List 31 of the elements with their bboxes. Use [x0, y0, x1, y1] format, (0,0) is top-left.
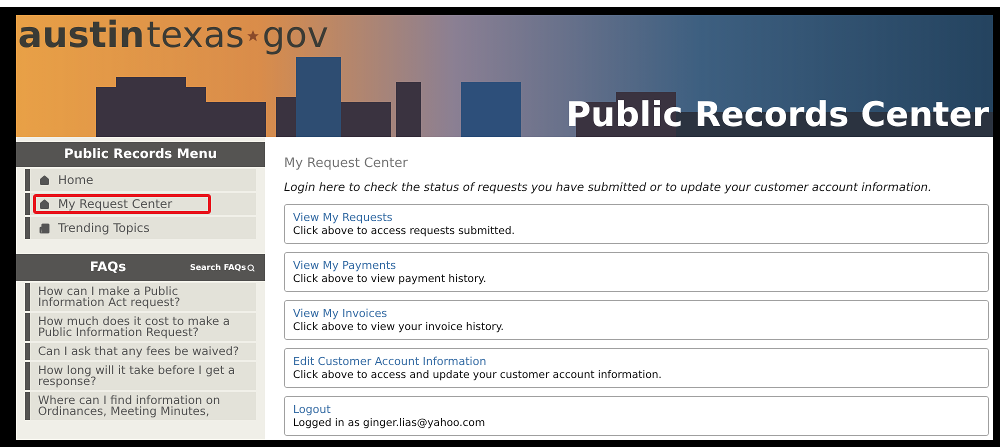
- card-link[interactable]: View My Invoices: [293, 306, 388, 321]
- card-link[interactable]: View My Requests: [293, 210, 393, 225]
- menu-header: Public Records Menu: [16, 142, 265, 167]
- card-description: Click above to view your invoice history.: [293, 320, 505, 334]
- page-title: My Request Center: [284, 155, 409, 173]
- faq-link[interactable]: How long will it take before I get a response?: [25, 362, 256, 390]
- newspaper-icon: [39, 222, 50, 234]
- faq-link[interactable]: How can I make a Public Information Act request?: [25, 283, 256, 311]
- faq-title: FAQs: [88, 258, 128, 277]
- card-description: Click above to access requests submitted.: [293, 224, 516, 238]
- card-description: Click above to access and update your customer account information.: [293, 368, 663, 382]
- search-faqs-link[interactable]: Search FAQs: [190, 262, 255, 274]
- card-description: Logged in as ginger.lias@yahoo.com: [293, 416, 486, 430]
- home-icon: [39, 174, 50, 186]
- menu-item[interactable]: Home: [25, 169, 256, 191]
- menu-item[interactable]: Trending Topics: [25, 217, 256, 239]
- star-icon: [246, 29, 260, 43]
- banner-title: Public Records Center: [566, 95, 989, 135]
- logo-text: austin: [18, 17, 145, 55]
- intro-text: Login here to check the status of requests you have submitted or to update your customer account information.: [284, 178, 933, 196]
- faq-link[interactable]: Where can I find information on Ordinances, Meeting Minutes,: [25, 392, 256, 420]
- search-icon: [247, 264, 255, 272]
- faq-link[interactable]: How much does it cost to make a Public Information Request?: [25, 313, 256, 341]
- logo-text: gov: [262, 17, 328, 55]
- card-link[interactable]: Edit Customer Account Information: [293, 354, 486, 369]
- faq-link[interactable]: Can I ask that any fees be waived?: [25, 343, 256, 360]
- card-link[interactable]: View My Payments: [293, 258, 396, 273]
- card-description: Click above to view payment history.: [293, 272, 488, 286]
- home-icon: [39, 198, 50, 210]
- card-link[interactable]: Logout: [293, 402, 331, 417]
- logo-text: texas: [146, 17, 244, 55]
